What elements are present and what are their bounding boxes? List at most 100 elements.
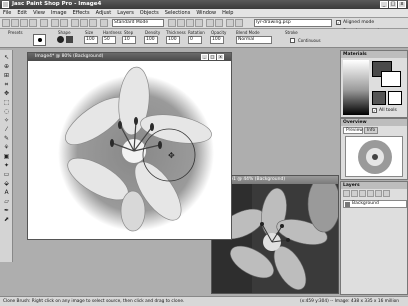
background-material[interactable] — [388, 91, 402, 105]
canvas[interactable]: ✥ — [28, 61, 231, 239]
selection-tool-icon[interactable]: ⬚ — [2, 99, 11, 106]
delete-layer-icon[interactable] — [383, 190, 390, 197]
stroke-checkbox[interactable] — [290, 38, 295, 43]
thumbnail-image — [358, 140, 392, 174]
density-field[interactable]: 100 — [144, 36, 158, 44]
menu-file[interactable]: File — [0, 9, 14, 18]
close-button[interactable]: x — [398, 1, 406, 8]
text-tool-icon[interactable]: A — [2, 189, 11, 196]
tool-icon[interactable] — [177, 19, 185, 27]
pen-tool-icon[interactable]: ✒ — [2, 207, 11, 214]
background-swatch[interactable] — [381, 71, 401, 87]
menu-image[interactable]: Image — [48, 9, 70, 18]
menu-layers[interactable]: Layers — [114, 9, 137, 18]
menu-selections[interactable]: Selections — [162, 9, 194, 18]
thickness-field[interactable]: 100 — [166, 36, 180, 44]
freehand-tool-icon[interactable]: ◌ — [2, 108, 11, 115]
step-field[interactable]: 10 — [122, 36, 136, 44]
crop-tool-icon[interactable]: ⌗ — [2, 81, 11, 88]
save-icon[interactable] — [29, 19, 37, 27]
doc-minimize-button[interactable]: _ — [201, 54, 208, 60]
deform-tool-icon[interactable]: ⊞ — [2, 72, 11, 79]
foreground-material[interactable] — [372, 91, 386, 105]
dropper-tool-icon[interactable]: ⁄ — [2, 126, 11, 133]
app-icon[interactable] — [2, 1, 9, 8]
menu-adjust[interactable]: Adjust — [93, 9, 115, 18]
menu-objects[interactable]: Objects — [137, 9, 162, 18]
opacity-label: Opacity — [211, 30, 227, 35]
fill-tool-icon[interactable]: ⬙ — [2, 180, 11, 187]
density-label: Density — [145, 30, 161, 35]
tool-icon[interactable] — [195, 19, 203, 27]
doc-maximize-button[interactable]: □ — [209, 54, 216, 60]
tool-icon[interactable] — [235, 19, 243, 27]
round-shape-icon[interactable] — [57, 36, 64, 43]
rotation-field[interactable]: 0 — [188, 36, 202, 44]
color-replacer-icon[interactable]: ▣ — [2, 153, 11, 160]
print-icon[interactable] — [40, 19, 48, 27]
paint-brush-icon[interactable]: ✎ — [2, 135, 11, 142]
layer-tool-icon[interactable] — [375, 190, 382, 197]
move-tool-icon[interactable]: ✥ — [2, 90, 11, 97]
maximize-button[interactable]: □ — [389, 1, 397, 8]
overview-thumbnail[interactable] — [345, 136, 403, 177]
hardness-label: Hardness — [103, 30, 122, 35]
tool-icon[interactable] — [186, 19, 194, 27]
all-tools-label: All tools — [379, 108, 397, 113]
redo-icon[interactable] — [60, 19, 68, 27]
color-spectrum[interactable] — [343, 60, 369, 115]
step-label: Step — [124, 30, 134, 35]
menu-help[interactable]: Help — [219, 9, 236, 18]
layer-tool-icon[interactable] — [359, 190, 366, 197]
overview-panel: Overview Preview Info — [340, 118, 408, 180]
menu-window[interactable]: Window — [193, 9, 219, 18]
tool-icon[interactable] — [206, 19, 214, 27]
menu-effects[interactable]: Effects — [70, 9, 93, 18]
menu-edit[interactable]: Edit — [14, 9, 30, 18]
layers-title: Layers — [341, 182, 407, 189]
layer-tool-icon[interactable] — [351, 190, 358, 197]
blend-mode-select[interactable]: Normal — [236, 36, 272, 44]
doc-close-button[interactable]: x — [217, 54, 224, 60]
object-selector-icon[interactable]: ⬈ — [2, 216, 11, 223]
shape-tool-icon[interactable]: ▱ — [2, 198, 11, 205]
zoom-tool-icon[interactable]: ⊕ — [2, 63, 11, 70]
preview-tab[interactable]: Preview — [343, 127, 363, 134]
retouch-tool-icon[interactable]: ✦ — [2, 162, 11, 169]
tool-icon[interactable] — [226, 19, 234, 27]
info-tab[interactable]: Info — [364, 127, 378, 134]
layer-combo[interactable]: lyr-drawing.psp — [254, 19, 332, 27]
layer-row[interactable]: Background — [343, 200, 407, 208]
menu-view[interactable]: View — [30, 9, 48, 18]
style-combo[interactable]: Standard Mode — [112, 19, 164, 27]
opacity-field[interactable]: 100 — [210, 36, 224, 44]
open-icon[interactable] — [11, 19, 19, 27]
zoom-icon[interactable] — [100, 19, 108, 27]
new-icon[interactable] — [2, 19, 10, 27]
status-bar: Clone Brush: Right click on any image to… — [0, 296, 408, 306]
minimize-button[interactable]: _ — [380, 1, 388, 8]
layer-tool-icon[interactable] — [367, 190, 374, 197]
tool-icon[interactable] — [215, 19, 223, 27]
clone-brush-icon[interactable]: ⚘ — [2, 144, 11, 151]
magic-wand-icon[interactable]: ✧ — [2, 117, 11, 124]
aligned-mode-checkbox[interactable]: ✓ — [336, 20, 341, 25]
all-tools-checkbox[interactable]: ✓ — [372, 108, 377, 113]
cut-icon[interactable] — [71, 19, 79, 27]
tool-icon[interactable] — [168, 19, 176, 27]
brush-preview[interactable] — [33, 34, 46, 46]
pan-tool-icon[interactable]: ↖ — [2, 54, 11, 61]
overview-title: Overview — [341, 119, 407, 126]
brush-dot-icon — [38, 38, 42, 42]
paste-icon[interactable] — [89, 19, 97, 27]
hardness-field[interactable]: 50 — [102, 36, 116, 44]
square-shape-icon[interactable] — [66, 36, 73, 43]
eraser-tool-icon[interactable]: ▭ — [2, 171, 11, 178]
copy-icon[interactable] — [80, 19, 88, 27]
document-window-image4[interactable]: Image4* @ 80% (Background) _ □ x ✥ — [27, 52, 232, 240]
aligned-mode-label: Aligned mode — [343, 20, 375, 25]
size-field[interactable]: 100 — [84, 36, 98, 44]
new-layer-icon[interactable] — [343, 190, 350, 197]
browse-icon[interactable] — [20, 19, 28, 27]
undo-icon[interactable] — [51, 19, 59, 27]
